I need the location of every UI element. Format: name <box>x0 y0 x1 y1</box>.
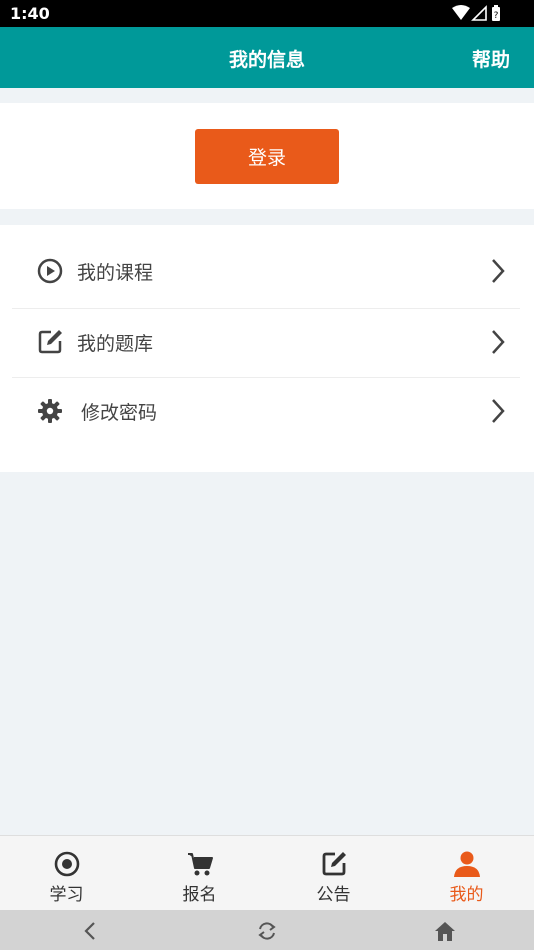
chevron-right-icon <box>492 259 505 283</box>
target-circle-icon <box>54 851 79 877</box>
bottom-nav: 学习 报名 公告 我的 <box>0 835 534 910</box>
login-section: 登录 <box>0 103 534 209</box>
wifi-icon <box>452 5 470 20</box>
nav-item-study[interactable]: 学习 <box>0 836 133 910</box>
nav-item-announcements[interactable]: 公告 <box>267 836 400 910</box>
back-icon[interactable] <box>79 919 103 943</box>
nav-item-register[interactable]: 报名 <box>133 836 266 910</box>
system-nav-bar <box>0 910 534 950</box>
cart-icon <box>187 853 213 876</box>
home-icon[interactable] <box>433 919 457 943</box>
menu-list: 我的课程 我的题库 修改密码 <box>0 225 534 472</box>
menu-item-change-password[interactable]: 修改密码 <box>12 376 520 446</box>
status-time: 1:40 <box>10 4 50 23</box>
app-header: 我的信息 帮助 <box>0 27 534 88</box>
status-bar: 1:40 ? <box>0 0 534 27</box>
signal-icon <box>471 5 487 21</box>
menu-item-label: 我的课程 <box>77 262 154 284</box>
nav-label: 学习 <box>49 885 84 905</box>
page-title: 我的信息 <box>228 49 305 71</box>
chevron-right-icon <box>492 330 505 354</box>
menu-item-label: 我的题库 <box>77 333 154 355</box>
user-icon <box>453 851 480 877</box>
status-icons: ? <box>452 5 500 21</box>
edit-square-icon <box>322 852 346 876</box>
nav-item-mine[interactable]: 我的 <box>400 836 533 910</box>
login-button[interactable]: 登录 <box>195 129 339 184</box>
gear-icon <box>38 399 62 423</box>
menu-item-my-question-bank[interactable]: 我的题库 <box>12 307 520 377</box>
nav-label: 报名 <box>182 885 217 905</box>
menu-item-my-courses[interactable]: 我的课程 <box>12 236 520 306</box>
nav-label: 公告 <box>316 885 351 905</box>
nav-label: 我的 <box>449 885 484 905</box>
rotate-icon[interactable] <box>255 919 279 943</box>
menu-item-label: 修改密码 <box>81 402 158 424</box>
edit-square-icon <box>38 330 62 354</box>
battery-icon: ? <box>492 5 500 21</box>
chevron-right-icon <box>492 399 505 423</box>
svg-text:?: ? <box>494 11 499 21</box>
play-circle-icon <box>37 258 63 284</box>
help-button[interactable]: 帮助 <box>472 45 510 72</box>
